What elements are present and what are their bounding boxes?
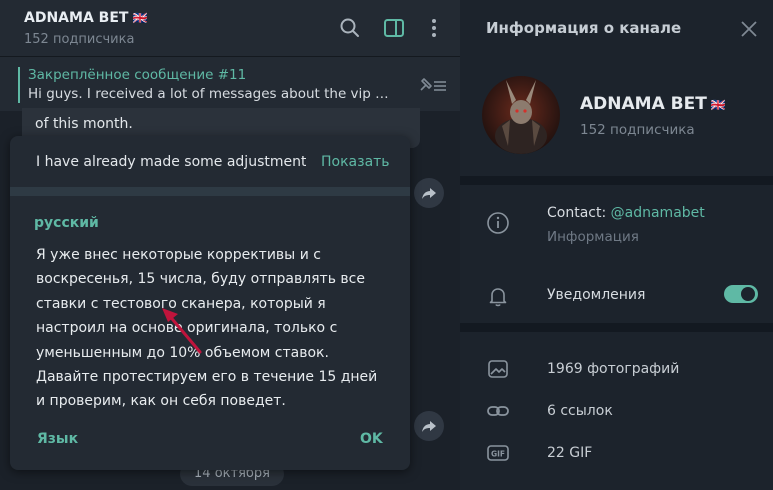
show-original-button[interactable]: Показать [321, 154, 390, 170]
translated-text: Я уже внес некоторые коррективы и с воск… [36, 247, 378, 410]
photo-icon [488, 360, 508, 378]
pinned-message-bar[interactable]: Закреплённое сообщение #11 Hi guys. I re… [0, 56, 460, 111]
pinned-indicator [18, 67, 20, 103]
annotation-arrow [162, 308, 202, 354]
pinned-text: Hi guys. I received a lot of messages ab… [28, 86, 390, 102]
notifications-toggle[interactable] [724, 285, 758, 303]
forward-icon [422, 188, 436, 199]
ok-button[interactable]: OK [360, 431, 383, 447]
original-text-row: I have already made some adjustments and… [10, 136, 410, 186]
link-icon [487, 406, 509, 416]
translation-dialog: I have already made some adjustments and… [10, 136, 410, 470]
dialog-divider [10, 187, 410, 196]
language-button[interactable]: Язык [37, 431, 78, 447]
section-separator [460, 176, 773, 185]
notifications-label: Уведомления [547, 287, 646, 303]
contact-prefix: Contact: [547, 205, 611, 221]
forward-button-2[interactable] [414, 411, 444, 441]
channel-name-text: ADNAMA BET [580, 94, 707, 114]
close-icon[interactable] [740, 20, 758, 38]
pinned-list-icon[interactable] [416, 74, 448, 96]
more-options-icon[interactable] [422, 16, 446, 40]
contact-info: Contact: @adnamabet [547, 205, 705, 221]
sidebar-toggle-icon[interactable] [382, 16, 406, 40]
contact-link[interactable]: @adnamabet [611, 205, 705, 221]
toggle-knob [741, 287, 755, 301]
original-text: I have already made some adjustments and… [36, 154, 306, 170]
panel-title: Информация о канале [486, 19, 682, 37]
section-separator [460, 323, 773, 332]
forward-icon [422, 421, 436, 432]
chat-subtitle: 152 подписчика [24, 32, 135, 47]
bell-icon [489, 288, 507, 307]
media-gifs[interactable]: 22 GIF [547, 445, 592, 461]
channel-name: ADNAMA BET 🇬🇧 [580, 94, 726, 114]
svg-text:GIF: GIF [491, 450, 505, 459]
avatar[interactable] [482, 76, 560, 154]
message-text: of this month. [35, 116, 133, 132]
subscriber-count: 152 подписчика [580, 122, 695, 138]
media-photos[interactable]: 1969 фотографий [547, 361, 679, 377]
search-icon[interactable] [338, 16, 362, 40]
gif-icon: GIF [487, 445, 509, 461]
info-icon [487, 212, 509, 234]
forward-button[interactable] [414, 178, 444, 208]
flag-icon: 🇬🇧 [710, 98, 726, 112]
pinned-title: Закреплённое сообщение #11 [28, 67, 247, 83]
translation-language: русский [34, 215, 99, 231]
chat-title-text: ADNAMA BET [24, 10, 129, 26]
chat-header[interactable]: ADNAMA BET 🇬🇧 152 подписчика [0, 0, 460, 56]
media-links[interactable]: 6 ссылок [547, 403, 613, 419]
chat-title[interactable]: ADNAMA BET 🇬🇧 [24, 10, 147, 26]
channel-info-panel: Информация о канале ADNAMA BET 🇬🇧 152 под… [460, 0, 773, 490]
contact-caption: Информация [547, 229, 639, 245]
flag-icon: 🇬🇧 [132, 11, 148, 25]
chat-column: ADNAMA BET 🇬🇧 152 подписчика Закреплённое… [0, 0, 460, 490]
